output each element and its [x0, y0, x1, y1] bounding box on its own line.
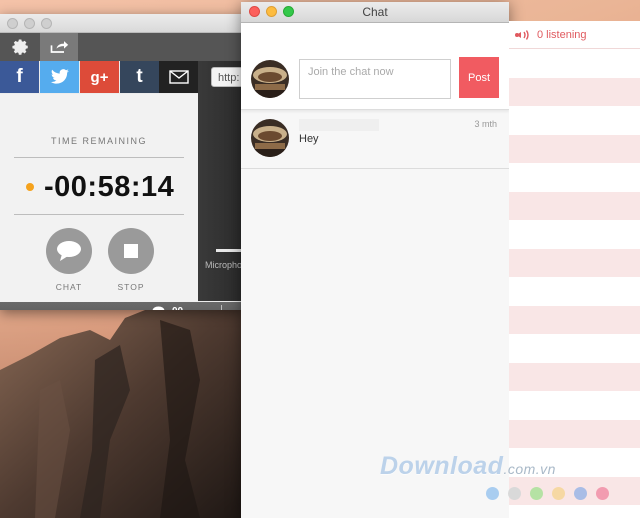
- post-button[interactable]: Post: [459, 57, 499, 98]
- watermark-dot: [552, 487, 565, 500]
- twitter-bird-icon: [50, 69, 69, 84]
- microphone-label: Microphone: [205, 260, 244, 270]
- chat-titlebar: Chat: [241, 2, 509, 23]
- watermark-dot: [596, 487, 609, 500]
- watermark-tld: .com.vn: [503, 461, 556, 477]
- watermark-text: Download: [380, 452, 504, 480]
- broadcast-toolbar: [0, 33, 244, 61]
- listeners-header[interactable]: 0 listening: [509, 21, 640, 49]
- tumblr-icon: t: [136, 66, 143, 87]
- user-avatar[interactable]: [251, 60, 289, 98]
- divider: [14, 157, 184, 158]
- broadcast-status-bar: [0, 302, 244, 310]
- speech-bubble-icon: [57, 241, 81, 261]
- settings-button[interactable]: [2, 33, 40, 61]
- watermark-dot: [574, 487, 587, 500]
- message-avatar[interactable]: [251, 119, 289, 157]
- stop-button-label: STOP: [117, 282, 145, 292]
- google-plus-share-button[interactable]: g+: [80, 61, 119, 93]
- desktop-rock-wallpaper: [0, 300, 245, 518]
- recording-indicator-dot: [26, 183, 34, 191]
- watermark-dot: [508, 487, 521, 500]
- blurred-username: [299, 119, 379, 131]
- status-divider: [221, 305, 222, 310]
- avatar-image: [251, 60, 289, 98]
- listener-count: 0 listening: [537, 28, 587, 41]
- timer-row: -00:58:14: [26, 170, 186, 204]
- timer-value: -00:58:14: [44, 170, 175, 203]
- stop-square-icon: [124, 244, 138, 258]
- share-button[interactable]: [40, 33, 78, 61]
- email-share-button[interactable]: [159, 61, 198, 93]
- envelope-icon: [168, 70, 189, 84]
- close-window-button[interactable]: [7, 18, 18, 29]
- watermark-logo: Download.com.vn: [380, 452, 556, 481]
- share-arrow-icon: [50, 41, 69, 53]
- avatar-image: [251, 119, 289, 157]
- twitter-share-button[interactable]: [40, 61, 79, 93]
- broadcast-window: f g+ t http: TIME REMAINING -00:58:14 CH…: [0, 14, 244, 310]
- listeners-panel: 0 listening: [509, 21, 640, 518]
- chat-composer: Post: [241, 49, 509, 110]
- facebook-icon: f: [16, 66, 23, 87]
- gear-icon: [12, 39, 28, 55]
- minimize-window-button[interactable]: [24, 18, 35, 29]
- comment-count: 00: [172, 306, 183, 310]
- tumblr-share-button[interactable]: t: [120, 61, 159, 93]
- message-text: Hey: [299, 133, 319, 145]
- url-field[interactable]: http:: [211, 67, 244, 87]
- zoom-window-button[interactable]: [41, 18, 52, 29]
- message-timestamp: 3 mth: [474, 119, 497, 129]
- stop-button[interactable]: [108, 228, 154, 274]
- watermark-dot: [530, 487, 543, 500]
- watermark-dot: [486, 487, 499, 500]
- list-item[interactable]: 3 mth Hey: [241, 114, 509, 169]
- broadcast-titlebar: [0, 14, 244, 33]
- chat-input[interactable]: [299, 59, 451, 99]
- divider: [14, 214, 184, 215]
- chat-button[interactable]: [46, 228, 92, 274]
- chat-header-strip: [241, 23, 509, 50]
- google-plus-icon: g+: [90, 68, 109, 86]
- broadcast-signal-icon: [515, 29, 529, 40]
- comment-counter[interactable]: 00: [152, 306, 183, 310]
- chat-window: Chat Post: [241, 2, 509, 518]
- comment-bubble-icon: [152, 306, 165, 310]
- microphone-level-bar: [216, 249, 242, 252]
- window-title: Chat: [362, 5, 388, 19]
- chat-button-label: CHAT: [55, 282, 83, 292]
- time-remaining-label: TIME REMAINING: [50, 136, 147, 146]
- facebook-share-button[interactable]: f: [0, 61, 39, 93]
